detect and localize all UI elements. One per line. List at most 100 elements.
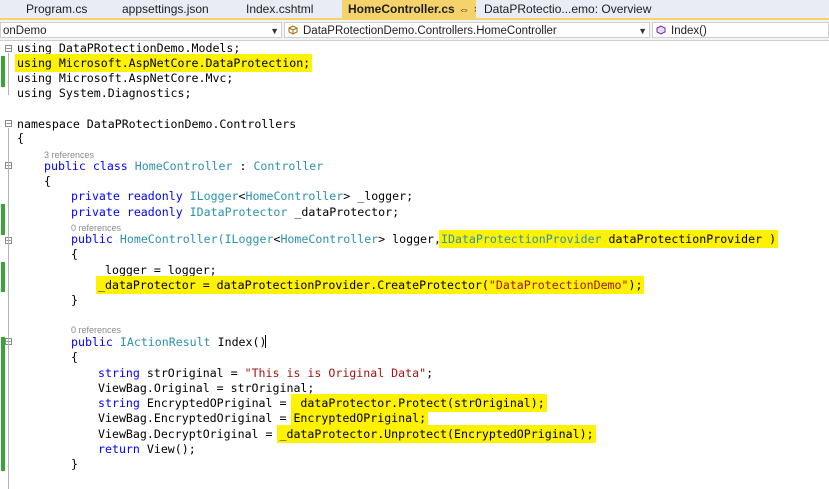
brace: } xyxy=(71,293,78,308)
code-text: Index() xyxy=(210,335,267,349)
code-text: using Microsoft.AspNetCore.Mvc; xyxy=(17,71,234,85)
highlighted-code: IDataProtectionProvider dataProtectionPr… xyxy=(441,232,777,246)
type-name: IDataProtectionProvider xyxy=(441,232,602,246)
document-tab-bar: Program.cs appsettings.json Index.cshtml… xyxy=(0,0,829,20)
assignment: ViewBag.EncryptedOriginal = EncryptedOPr… xyxy=(98,411,427,426)
text-caret xyxy=(265,335,267,348)
chevron-down-icon: ▼ xyxy=(638,26,647,36)
code-line: namespace DataPRotectionDemo.Controllers xyxy=(0,117,829,132)
code-text: dataProtectionProvider ) xyxy=(601,232,777,246)
code-line: private readonly IDataProtector _dataPro… xyxy=(0,205,829,220)
keyword: string xyxy=(98,366,140,380)
code-line: public HomeController(ILogger<HomeContro… xyxy=(0,232,829,247)
code-line: } xyxy=(0,457,829,472)
field-declaration: private readonly ILogger<HomeController>… xyxy=(71,189,413,204)
using-statement: using Microsoft.AspNetCore.DataProtectio… xyxy=(17,56,311,71)
highlighted-code: using Microsoft.AspNetCore.DataProtectio… xyxy=(17,56,311,70)
class-name: DataPRotectionDemo.Controllers.HomeContr… xyxy=(303,25,557,37)
brace: { xyxy=(71,247,78,262)
keyword: public xyxy=(71,335,120,349)
navigation-bar: onDemo ▼ DataPRotectionDemo.Controllers.… xyxy=(0,20,829,41)
code-text: { xyxy=(44,174,51,188)
code-line: { xyxy=(0,174,829,189)
brace: { xyxy=(44,174,51,189)
assignment: _dataProtector = dataProtectionProvider.… xyxy=(98,278,643,293)
code-text: _logger = logger; xyxy=(98,263,217,277)
keyword: class xyxy=(92,159,128,173)
member-dropdown[interactable]: Index() xyxy=(652,22,829,38)
code-line: using Microsoft.AspNetCore.Mvc; xyxy=(0,71,829,86)
keyword: public xyxy=(71,232,120,246)
tab-overview[interactable]: DataPRotectio...emo: Overview xyxy=(478,0,666,18)
keyword: string xyxy=(98,396,140,410)
using-statement: using Microsoft.AspNetCore.Mvc; xyxy=(17,71,233,86)
brace: } xyxy=(71,457,78,472)
using-statement: using DataPRotectionDemo.Models; xyxy=(17,41,240,56)
type-name: HomeController xyxy=(280,232,379,246)
code-text: { xyxy=(17,131,24,145)
tab-index-cshtml[interactable]: Index.cshtml xyxy=(240,0,340,18)
tab-homecontroller-cs[interactable]: HomeController.cs ⇔ × xyxy=(342,0,476,18)
code-text: _dataProtector = dataProtectionProvider.… xyxy=(98,278,489,292)
code-line: public class HomeController : Controller xyxy=(0,159,829,174)
type-name: ILogger xyxy=(189,189,239,203)
using-statement: using System.Diagnostics; xyxy=(17,86,192,101)
code-text: _logger; xyxy=(350,189,414,203)
code-text: using System.Diagnostics; xyxy=(17,86,192,100)
code-line: using DataPRotectionDemo.Models; xyxy=(0,41,829,56)
variable-declaration: string EncryptedOPriginal = _dataProtect… xyxy=(98,396,545,411)
code-text: < xyxy=(238,189,246,203)
code-text: _dataProtector; xyxy=(287,205,400,219)
code-line: ViewBag.EncryptedOriginal = EncryptedOPr… xyxy=(0,411,829,426)
tab-label: HomeController.cs xyxy=(348,2,455,16)
code-text: EncryptedOPriginal = xyxy=(139,396,294,410)
assignment: _logger = logger; xyxy=(98,263,217,278)
code-text: ViewBag.Original = strOriginal; xyxy=(98,381,315,395)
code-text: } xyxy=(71,457,78,471)
type-name: HomeController xyxy=(245,189,344,203)
tab-appsettings-json[interactable]: appsettings.json xyxy=(116,0,238,18)
code-text: strOriginal = xyxy=(139,366,245,380)
member-name: Index() xyxy=(671,25,707,37)
constructor-declaration: public HomeController(ILogger<HomeContro… xyxy=(71,232,777,247)
field-declaration: private readonly IDataProtector _dataPro… xyxy=(71,205,399,220)
code-text: using DataPRotectionDemo.Models; xyxy=(17,41,241,55)
close-icon[interactable]: × xyxy=(474,4,476,16)
class-dropdown[interactable]: DataPRotectionDemo.Controllers.HomeContr… xyxy=(284,22,650,38)
highlighted-code: EncryptedOPriginal; xyxy=(293,411,427,425)
code-line: _logger = logger; xyxy=(0,263,829,278)
code-text: ; xyxy=(426,366,434,380)
code-line: { xyxy=(0,247,829,262)
code-text: logger, xyxy=(385,232,441,246)
keyword: private readonly xyxy=(71,205,190,219)
return-statement: return View(); xyxy=(98,442,196,457)
code-line: string EncryptedOPriginal = _dataProtect… xyxy=(0,396,829,411)
highlighted-code: _dataProtector = dataProtectionProvider.… xyxy=(98,278,643,292)
method-declaration: public IActionResult Index() xyxy=(71,335,267,350)
code-text: { xyxy=(71,350,78,364)
project-dropdown[interactable]: onDemo ▼ xyxy=(0,22,282,38)
code-text: namespace DataPRotectionDemo.Controllers xyxy=(17,117,297,131)
type-name: ILogger xyxy=(224,232,274,246)
code-line: _dataProtector = dataProtectionProvider.… xyxy=(0,278,829,293)
code-text: ); xyxy=(628,278,643,292)
assignment: ViewBag.Original = strOriginal; xyxy=(98,381,314,396)
pin-icon[interactable]: ⇔ xyxy=(459,4,470,16)
code-text: ViewBag.DecryptOriginal = xyxy=(98,427,280,441)
code-line: public IActionResult Index() xyxy=(0,335,829,350)
tab-label: DataPRotectio...emo: Overview xyxy=(484,2,652,16)
tab-program-cs[interactable]: Program.cs xyxy=(20,0,114,18)
tab-label: appsettings.json xyxy=(122,2,209,16)
code-line: return View(); xyxy=(0,442,829,457)
code-line: string strOriginal = "This is is Origina… xyxy=(0,366,829,381)
code-line: ViewBag.DecryptOriginal = _dataProtector… xyxy=(0,427,829,442)
code-editor[interactable]: − − − − − using DataPRotectionDemo.Model… xyxy=(0,41,829,489)
code-line: using System.Diagnostics; xyxy=(0,86,829,101)
code-line: using Microsoft.AspNetCore.DataProtectio… xyxy=(0,56,829,71)
brace: { xyxy=(17,131,24,146)
chevron-down-icon: ▼ xyxy=(270,26,279,36)
type-name: IActionResult xyxy=(119,335,211,349)
code-line: ViewBag.Original = strOriginal; xyxy=(0,381,829,396)
highlighted-code: _dataProtector.Unprotect(EncryptedOPrigi… xyxy=(279,427,594,441)
keyword: private readonly xyxy=(71,189,190,203)
